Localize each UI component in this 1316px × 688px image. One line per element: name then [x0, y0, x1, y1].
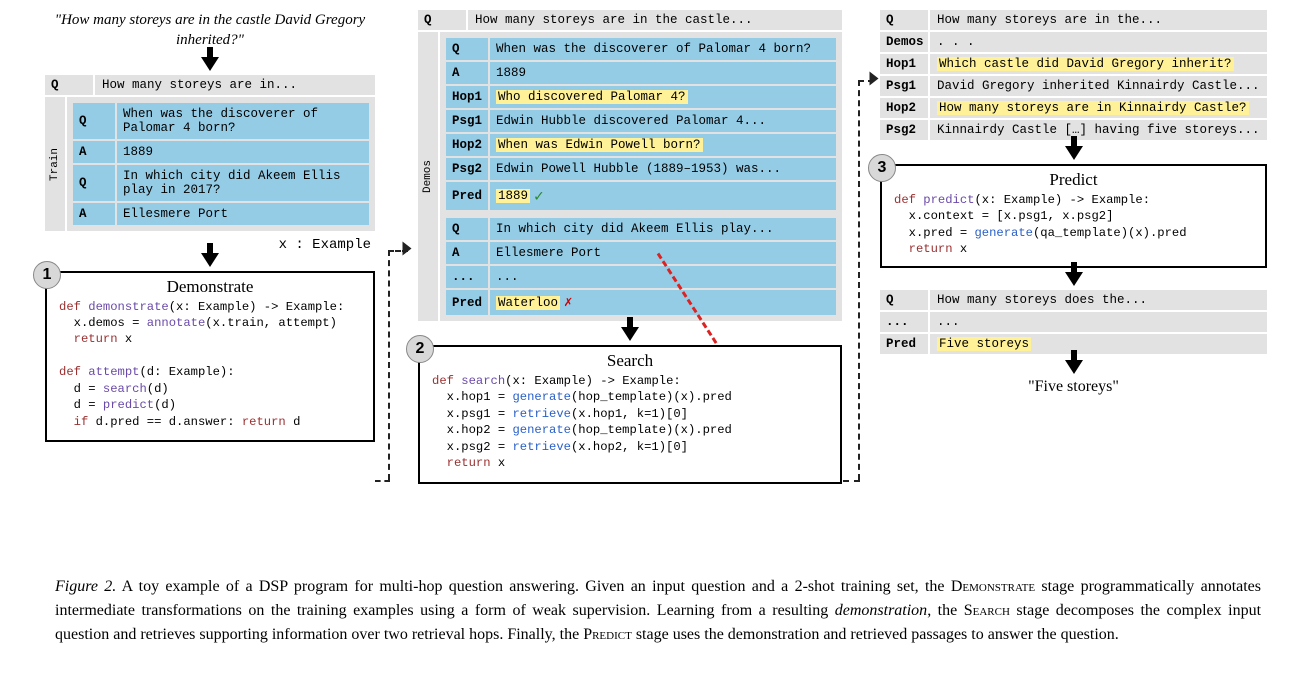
arrow-down-icon: [1065, 272, 1083, 286]
train-block: Train QWhen was the discoverer of Paloma…: [45, 97, 375, 231]
arrow-head-icon: [870, 72, 879, 86]
arrow-down-icon: [201, 57, 219, 71]
predict-input-table: QHow many storeys are in the... Demos. .…: [880, 10, 1267, 140]
input-question-quote: "How many storeys are in the castle Davi…: [45, 10, 375, 51]
figure-caption: Figure 2. A toy example of a DSP program…: [55, 575, 1261, 647]
dashed-connector: [388, 250, 390, 480]
q-text: How many storeys are in...: [95, 75, 375, 95]
column-predict: QHow many storeys are in the... Demos. .…: [880, 10, 1267, 396]
final-answer: "Five storeys": [880, 378, 1267, 396]
arrow-head-icon: [403, 242, 412, 256]
dashed-connector: [858, 80, 860, 480]
predict-output-table: QHow many storeys does the... ...... Pre…: [880, 290, 1267, 354]
demos-block: Demos QWhen was the discoverer of Paloma…: [418, 32, 842, 321]
arrow-down-icon: [621, 327, 639, 341]
train-body: QWhen was the discoverer of Palomar 4 bo…: [67, 97, 375, 231]
column-search: QHow many storeys are in the castle... D…: [418, 10, 842, 484]
diagram: "How many storeys are in the castle Davi…: [0, 0, 1316, 565]
stage-title: Demonstrate: [47, 277, 373, 297]
arrow-down-icon: [1065, 146, 1083, 160]
column-demonstrate: "How many storeys are in the castle Davi…: [45, 10, 375, 442]
arrow-down-icon: [1065, 360, 1083, 374]
question-row: Q How many storeys are in...: [45, 75, 375, 95]
stage-demonstrate: 1 Demonstrate def demonstrate(x: Example…: [45, 271, 375, 443]
stage-predict: 3 Predict def predict(x: Example) -> Exa…: [880, 164, 1267, 268]
input-table: Q How many storeys are in... Train QWhen…: [45, 75, 375, 231]
dashed-connector: [843, 480, 860, 482]
cross-icon: ✗: [564, 294, 572, 311]
stage-title: Predict: [882, 170, 1265, 190]
dashed-connector: [375, 480, 390, 482]
arrow-down-icon: [201, 253, 219, 267]
search-code: def search(x: Example) -> Example: x.hop…: [432, 373, 830, 472]
search-input-table: QHow many storeys are in the castle... D…: [418, 10, 842, 321]
stage-title: Search: [420, 351, 840, 371]
stage-search: 2 Search def search(x: Example) -> Examp…: [418, 345, 842, 484]
check-icon: ✓: [534, 186, 544, 206]
q-label: Q: [45, 75, 93, 95]
train-side-label: Train: [45, 97, 65, 231]
demonstrate-code: def demonstrate(x: Example) -> Example: …: [59, 299, 363, 431]
predict-code: def predict(x: Example) -> Example: x.co…: [894, 192, 1255, 258]
